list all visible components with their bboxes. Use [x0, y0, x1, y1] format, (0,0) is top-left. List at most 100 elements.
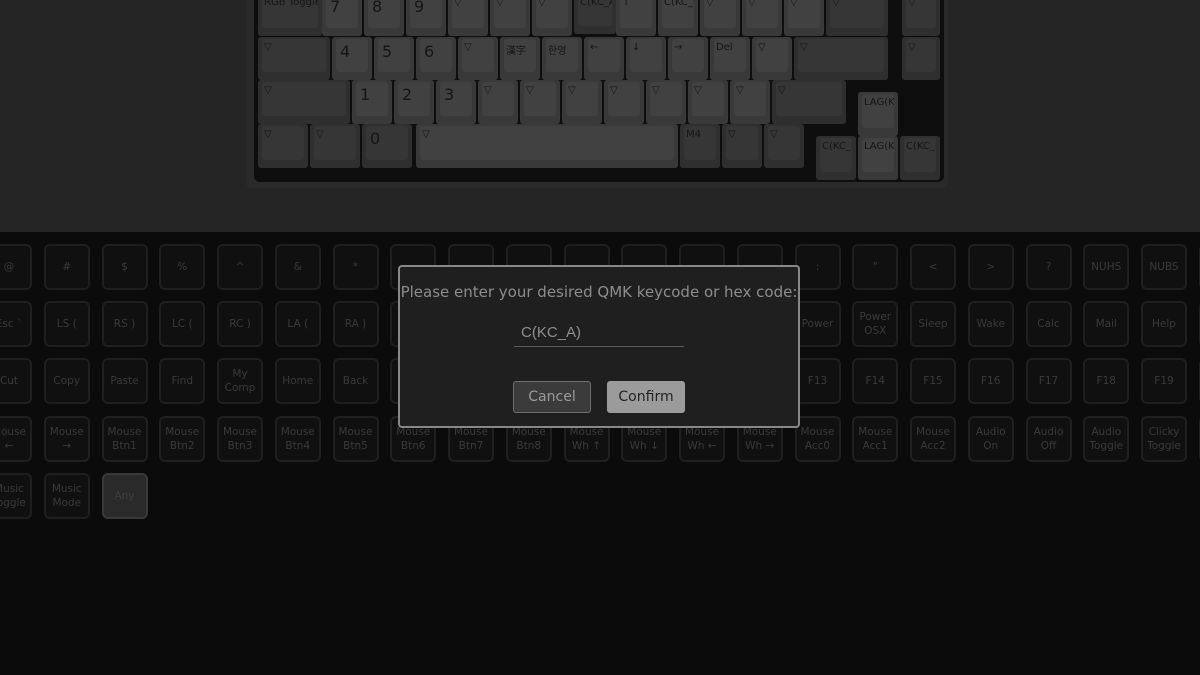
keycode-button[interactable]: Wake	[967, 301, 1014, 347]
keycode-button[interactable]: Mouse Btn2	[159, 416, 206, 462]
keycode-button[interactable]: Mouse Btn1	[101, 416, 148, 462]
keycode-button[interactable]: Music Mode	[43, 473, 90, 519]
keyboard-key[interactable]: ▽	[902, 0, 940, 36]
keycode-button[interactable]: RC )	[217, 301, 263, 347]
keycode-button[interactable]: &	[274, 244, 321, 290]
keyboard-key[interactable]: RGB Toggle	[258, 0, 322, 36]
keycode-button[interactable]: Mouse Btn5	[332, 416, 379, 462]
keyboard-key[interactable]: ▽	[562, 80, 602, 124]
keyboard-key[interactable]: ▽	[722, 124, 762, 168]
keycode-button[interactable]: >	[967, 244, 1014, 290]
keycode-button[interactable]: LS (	[43, 301, 90, 347]
keycode-button[interactable]: F17	[1025, 358, 1072, 404]
keyboard-key[interactable]: ▽	[490, 0, 530, 36]
keyboard-key[interactable]: ▽	[258, 80, 350, 124]
keycode-button[interactable]: Esc `	[0, 301, 32, 347]
keycode-button[interactable]: Cut	[0, 358, 32, 404]
keycode-button[interactable]: F19	[1141, 358, 1187, 404]
keycode-button[interactable]: #	[43, 244, 90, 290]
keycode-button[interactable]: My Comp	[217, 358, 263, 404]
keycode-button[interactable]: Home	[274, 358, 321, 404]
keyboard-key[interactable]: 7	[322, 0, 362, 36]
keyboard-key[interactable]: ▽	[258, 37, 330, 80]
keycode-button[interactable]: Help	[1141, 301, 1187, 347]
keyboard-key[interactable]: ↓	[626, 37, 666, 80]
confirm-button[interactable]: Confirm	[607, 381, 685, 413]
keycode-button[interactable]: Clicky Toggle	[1141, 416, 1187, 462]
keyboard-key[interactable]: 2	[394, 80, 434, 124]
keyboard-key[interactable]: ▽	[730, 80, 770, 124]
keycode-button[interactable]: LA (	[274, 301, 321, 347]
keyboard-key[interactable]: 9	[406, 0, 446, 36]
keyboard-key[interactable]: ▽	[902, 37, 940, 80]
keyboard-key[interactable]: LAG(K(	[858, 92, 898, 136]
keycode-button[interactable]: Power OSX	[852, 301, 899, 347]
keycode-button[interactable]: Mouse Acc0	[794, 416, 841, 462]
keycode-button[interactable]: Calc	[1025, 301, 1072, 347]
keycode-button[interactable]: $	[101, 244, 148, 290]
cancel-button[interactable]: Cancel	[513, 381, 591, 413]
keyboard-key[interactable]: C(KC_I	[816, 136, 856, 180]
keyboard-key[interactable]: ▽	[784, 0, 824, 36]
keyboard-key[interactable]: ▽	[478, 80, 518, 124]
keyboard-key[interactable]: ▽	[416, 124, 678, 168]
keyboard-key[interactable]: C(KC_A	[574, 0, 616, 34]
keycode-button[interactable]: RS )	[101, 301, 148, 347]
keycode-button[interactable]: Mouse Acc1	[852, 416, 899, 462]
keyboard-key[interactable]: ←	[584, 37, 624, 80]
keyboard-key[interactable]: ▽	[646, 80, 686, 124]
keycode-button[interactable]: NUBS	[1141, 244, 1187, 290]
keycode-button[interactable]: Power	[794, 301, 841, 347]
keycode-button[interactable]: F13	[794, 358, 841, 404]
keycode-button[interactable]: NUHS	[1083, 244, 1130, 290]
keyboard-key[interactable]: ▽	[794, 37, 888, 80]
keycode-button[interactable]: Mouse Btn4	[274, 416, 321, 462]
keycode-button[interactable]: F18	[1083, 358, 1130, 404]
keycode-button[interactable]: <	[910, 244, 956, 290]
keyboard-key[interactable]: C(KC_E	[658, 0, 698, 36]
keyboard-key[interactable]: C(KC_F	[900, 136, 940, 180]
keyboard-key[interactable]: ▽	[604, 80, 644, 124]
keycode-input[interactable]	[514, 319, 684, 347]
keyboard-key[interactable]: 3	[436, 80, 476, 124]
keycode-button[interactable]: ?	[1025, 244, 1072, 290]
keycode-button[interactable]: Copy	[43, 358, 90, 404]
keycode-button[interactable]: "	[852, 244, 899, 290]
keyboard-key[interactable]: 한영	[542, 37, 582, 80]
keycode-button[interactable]: Mouse →	[43, 416, 90, 462]
keyboard-key[interactable]: M4	[680, 124, 720, 168]
keycode-button[interactable]: LC (	[159, 301, 206, 347]
keycode-button[interactable]: ^	[217, 244, 263, 290]
keycode-button[interactable]: RA )	[332, 301, 379, 347]
keycode-button[interactable]: F15	[910, 358, 956, 404]
keycode-button[interactable]: *	[332, 244, 379, 290]
keycode-button[interactable]: Mail	[1083, 301, 1130, 347]
keyboard-key[interactable]: ▽	[258, 124, 308, 168]
keycode-button[interactable]: Mouse Btn3	[217, 416, 263, 462]
keyboard-key[interactable]: 5	[374, 37, 414, 80]
keyboard-key[interactable]: ▽	[310, 124, 360, 168]
keycode-button[interactable]: F14	[852, 358, 899, 404]
keyboard-key[interactable]: 8	[364, 0, 404, 36]
keyboard-key[interactable]: ▽	[520, 80, 560, 124]
keyboard-key[interactable]: ▽	[752, 37, 792, 80]
keycode-button[interactable]: Any	[101, 473, 148, 519]
keycode-button[interactable]: Mouse Acc2	[910, 416, 956, 462]
keyboard-key[interactable]: 1	[352, 80, 392, 124]
keyboard-key[interactable]: 4	[332, 37, 372, 80]
keyboard-key[interactable]: ▽	[458, 37, 498, 80]
keycode-button[interactable]: Back	[332, 358, 379, 404]
keycode-button[interactable]: Paste	[101, 358, 148, 404]
keycode-button[interactable]: Audio Toggle	[1083, 416, 1130, 462]
keyboard-key[interactable]: ▽	[532, 0, 572, 36]
keycode-button[interactable]: Find	[159, 358, 206, 404]
keyboard-key[interactable]: LAG(K(	[858, 136, 898, 180]
keyboard-key[interactable]: ▽	[742, 0, 782, 36]
keycode-button[interactable]: @	[0, 244, 32, 290]
keyboard-key[interactable]: ↑	[616, 0, 656, 36]
keyboard-key[interactable]: ▽	[700, 0, 740, 36]
keyboard-key[interactable]: ▽	[826, 0, 888, 36]
keycode-button[interactable]: Sleep	[910, 301, 956, 347]
keyboard-key[interactable]: Del	[710, 37, 750, 80]
keyboard-key[interactable]: 6	[416, 37, 456, 80]
